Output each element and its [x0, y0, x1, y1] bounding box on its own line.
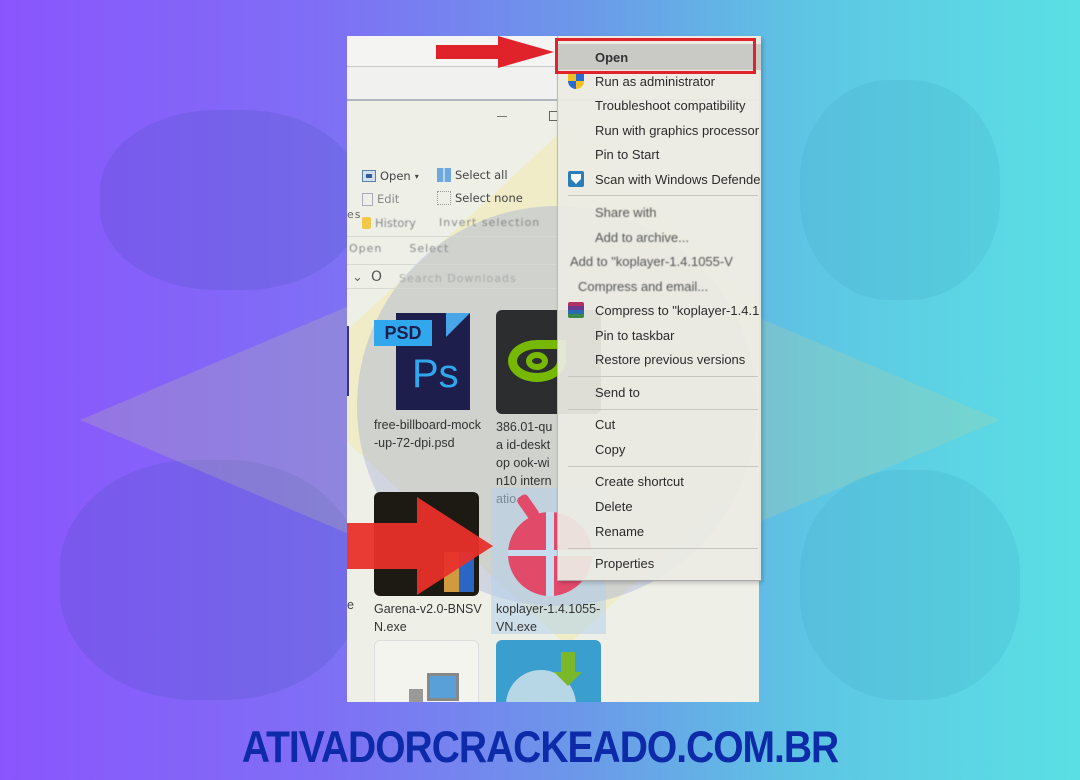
menu-item-label: Compress to "koplayer-1.4.1 — [595, 302, 760, 318]
menu-item-label: Properties — [595, 555, 655, 571]
chevron-down-icon: ▾ — [414, 171, 419, 181]
menu-item-create-shortcut[interactable]: Create shortcut — [558, 470, 761, 492]
chevron-down-icon: ⌄ — [352, 270, 363, 285]
ribbon-history-label: History — [375, 216, 416, 230]
menu-item-label: Pin to taskbar — [595, 327, 675, 343]
menu-item-compress-and-email[interactable]: Compress and email... — [558, 275, 761, 297]
menu-item-label: Compress and email... — [578, 278, 709, 294]
ribbon-history-button[interactable]: History — [362, 216, 416, 230]
ribbon-group-labels: Open Select — [349, 242, 449, 255]
menu-item-run-with-graphics-processor[interactable]: Run with graphics processor — [558, 119, 761, 141]
installer-computer-icon — [374, 640, 479, 702]
ribbon-invert-selection-label: Invert selection — [439, 216, 541, 229]
menu-item-label: Add to "koplayer-1.4.1055-V — [570, 253, 733, 269]
file-name: koplayer-1.4.1055-VN.exe — [496, 602, 601, 634]
ribbon-group-open-label: Open — [349, 242, 383, 255]
menu-item-label: Troubleshoot compatibility — [595, 97, 746, 113]
menu-item-rename[interactable]: Rename — [558, 520, 761, 542]
edit-icon — [362, 192, 373, 206]
menu-item-pin-to-taskbar[interactable]: Pin to taskbar — [558, 324, 761, 346]
open-icon — [362, 170, 376, 182]
disc-download-icon — [496, 640, 601, 702]
nav-dropdown-button[interactable]: ⌄ — [352, 270, 363, 285]
menu-item-properties[interactable]: Properties — [558, 552, 761, 574]
menu-item-label: Run with graphics processor — [595, 122, 760, 138]
ribbon-divider — [347, 288, 557, 289]
menu-separator — [568, 376, 758, 377]
arrow-pointing-to-open — [436, 36, 554, 68]
windows-defender-icon — [568, 171, 584, 187]
menu-item-pin-to-start[interactable]: Pin to Start — [558, 143, 761, 165]
partial-left-label: e — [347, 598, 354, 612]
ribbon-open-button[interactable]: Open ▾ — [362, 169, 419, 183]
menu-item-label: Scan with Windows Defende — [595, 171, 761, 187]
menu-separator — [568, 195, 758, 196]
winrar-icon — [568, 302, 584, 318]
menu-item-share-with[interactable]: Share with — [558, 201, 761, 223]
menu-item-label: Share with — [595, 204, 657, 220]
ribbon-select-all-button[interactable]: Select all — [437, 168, 508, 182]
select-all-icon — [437, 168, 451, 182]
partial-ribbon-text: es — [347, 208, 362, 221]
site-watermark: ATIVADORCRACKEADO.COM.BR — [241, 722, 839, 773]
menu-item-label: Create shortcut — [595, 473, 684, 489]
menu-item-label: Send to — [595, 384, 640, 400]
ribbon-select-all-label: Select all — [455, 168, 508, 182]
background-splat — [800, 80, 1000, 300]
menu-item-add-to-archive[interactable]: Add to archive... — [558, 226, 761, 248]
menu-item-label: Rename — [595, 523, 645, 539]
menu-item-scan-with-windows-defender[interactable]: Scan with Windows Defende — [558, 168, 761, 190]
menu-item-label: Cut — [595, 416, 616, 432]
menu-separator — [568, 409, 758, 410]
psd-badge: PSD — [374, 320, 432, 346]
menu-item-delete[interactable]: Delete — [558, 495, 761, 517]
ribbon-invert-selection-button[interactable]: Invert selection — [439, 216, 540, 229]
menu-item-restore-previous-versions[interactable]: Restore previous versions — [558, 348, 761, 370]
file-name: free-billboard-mock-up-72-dpi.psd — [374, 418, 481, 450]
menu-separator — [568, 466, 758, 467]
refresh-icon: O — [371, 269, 383, 285]
ribbon-divider — [347, 264, 557, 265]
background-splat — [100, 110, 360, 290]
context-menu: Open Run as administrator Troubleshoot c… — [557, 36, 761, 581]
menu-separator — [568, 548, 758, 549]
ps-glyph: Ps — [412, 352, 459, 396]
menu-item-compress-to[interactable]: Compress to "koplayer-1.4.1 — [558, 299, 761, 321]
refresh-button[interactable]: O — [371, 269, 382, 285]
partial-ribbon-label: es — [347, 208, 362, 221]
menu-item-copy[interactable]: Copy — [558, 438, 761, 460]
file-item-psd[interactable]: PSD Ps free-billboard-mock-up-72-dpi.psd — [374, 308, 484, 452]
select-none-icon — [437, 191, 451, 205]
search-input[interactable]: Search Downloads — [399, 272, 517, 285]
menu-item-label: Run as administrator — [595, 73, 715, 89]
ribbon-edit-label: Edit — [377, 192, 400, 206]
file-item-setup[interactable] — [374, 640, 484, 702]
menu-item-add-to-rar[interactable]: Add to "koplayer-1.4.1055-V — [558, 250, 761, 272]
menu-item-label: Add to archive... — [595, 229, 689, 245]
partial-left-tile — [347, 326, 349, 396]
ribbon-group-select-label: Select — [409, 242, 450, 255]
folder-icon — [362, 217, 371, 229]
minimize-button[interactable] — [497, 116, 507, 117]
menu-item-label: Restore previous versions — [595, 351, 746, 367]
ribbon-edit-button[interactable]: Edit — [362, 192, 399, 206]
menu-item-cut[interactable]: Cut — [558, 413, 761, 435]
menu-item-label: Delete — [595, 498, 633, 514]
menu-item-troubleshoot-compatibility[interactable]: Troubleshoot compatibility — [558, 94, 761, 116]
file-item-disc[interactable] — [496, 640, 606, 702]
ribbon-select-none-label: Select none — [455, 191, 523, 205]
search-placeholder: Search Downloads — [399, 272, 517, 285]
arrow-pointing-to-koplayer — [347, 497, 493, 595]
ribbon-select-none-button[interactable]: Select none — [437, 191, 523, 205]
ribbon-divider — [347, 236, 557, 237]
uac-shield-icon — [568, 73, 584, 89]
ribbon-open-label: Open — [380, 169, 411, 183]
menu-item-label: Pin to Start — [595, 146, 660, 162]
background-splat — [800, 470, 1020, 700]
menu-item-send-to[interactable]: Send to — [558, 381, 761, 403]
open-highlight-box — [555, 38, 756, 74]
file-name: Garena-v2.0-BNSVN.exe — [374, 602, 482, 634]
menu-item-label: Copy — [595, 441, 626, 457]
photoshop-psd-icon: PSD Ps — [374, 308, 479, 412]
